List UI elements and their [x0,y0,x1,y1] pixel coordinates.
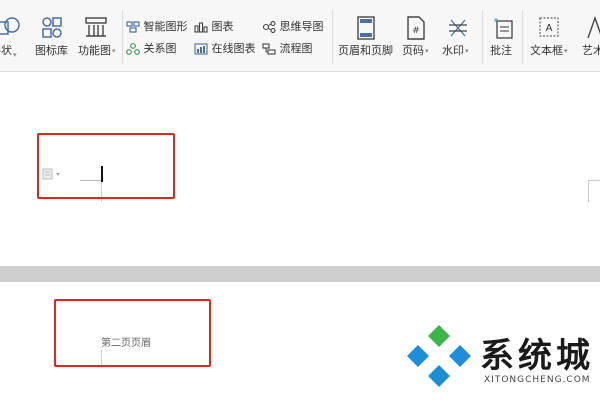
shape-button-label: 形状 [0,44,12,57]
page-number-label: 页码 [402,44,424,57]
mind-map-label: 思维导图 [279,20,324,33]
chevron-down-icon: ▾ [112,47,116,55]
icon-library-icon [42,17,62,38]
flowchart-icon [262,43,276,55]
flowchart-button[interactable]: 流程图 [262,42,313,56]
watermark-title: 系统城 [480,336,594,376]
relation-chart-label: 关系图 [143,42,177,55]
watermark-subtitle: XITONGCHENG.COM [484,375,591,385]
ribbon-separator [482,10,483,64]
site-logo-icon [407,325,471,387]
header-footer-label: 页眉和页脚 [338,44,393,57]
bar-chart-icon [194,22,208,33]
text-box-icon: A [539,17,559,37]
mind-map-button[interactable]: 思维导图 [262,20,324,34]
chevron-down-icon: ▾ [564,47,568,55]
chart-label: 图表 [211,20,234,33]
ribbon-separator [332,10,333,64]
comment-label: 批注 [490,44,512,57]
smart-shape-button[interactable]: 智能图形 [126,20,188,34]
watermark-label: 水印 [442,44,464,57]
page-gap [0,266,600,282]
function-chart-label: 功能图 [78,44,111,57]
svg-text:#: # [412,26,420,36]
text-box-label: 文本框 [530,44,563,57]
svg-text:*: * [494,17,499,28]
online-chart-label: 在线图表 [211,42,256,55]
document-page-1[interactable] [0,72,600,266]
smart-shape-label: 智能图形 [143,20,188,33]
chevron-down-icon: ▾ [465,47,469,55]
svg-text:A: A [546,23,553,34]
icon-library-label: 图标库 [35,44,68,57]
page-number-icon: # [407,16,425,40]
watermark-icon [449,19,467,37]
shape-icon [0,17,20,35]
margin-corner-mark [588,180,600,181]
mind-map-icon [262,20,276,34]
art-text-label: 艺术字 [582,44,600,57]
online-chart-button[interactable]: 在线图表 [194,42,256,56]
chart-button[interactable]: 图表 [194,20,234,34]
online-chart-icon [194,43,208,55]
comment-icon: * [494,17,513,39]
highlight-box-page1-header [37,133,175,199]
chevron-down-icon: ▾ [13,51,17,59]
relation-chart-button[interactable]: 关系图 [126,42,177,56]
margin-corner-mark [588,180,589,202]
ribbon-separator [522,10,523,64]
chevron-down-icon: ▾ [425,47,429,55]
function-chart-icon [85,17,107,37]
flowchart-label: 流程图 [279,42,313,55]
ribbon-separator [122,10,123,64]
smart-shape-icon [126,21,140,33]
relation-chart-icon [126,43,140,55]
header-footer-icon [357,16,375,40]
art-text-icon [587,16,600,39]
ribbon-toolbar: 形状▾ 图标库 功能图▾ 智能图 [0,0,600,72]
highlight-box-page2-header [54,299,211,367]
